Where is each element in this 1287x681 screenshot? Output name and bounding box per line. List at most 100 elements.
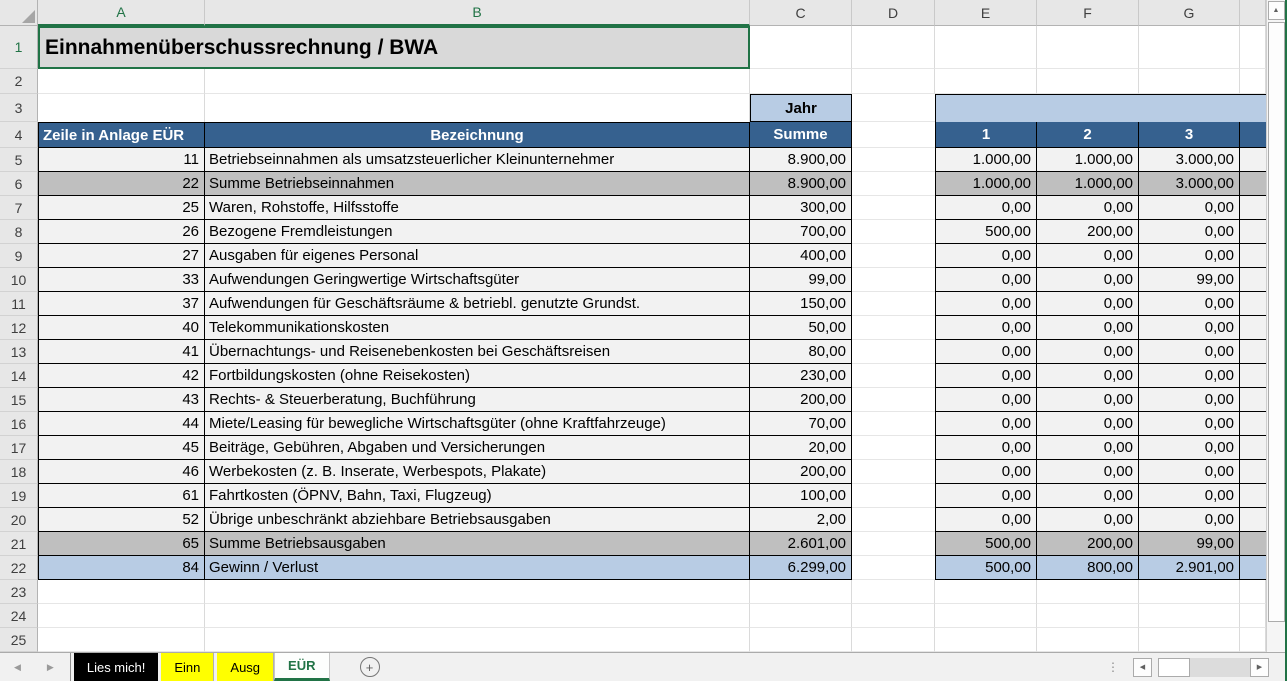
- period-value-cell[interactable]: 500,00: [935, 532, 1037, 556]
- cell[interactable]: [852, 580, 935, 604]
- period-value-cell[interactable]: 0,00: [1139, 316, 1240, 340]
- sum-value-cell[interactable]: 100,00: [750, 484, 852, 508]
- period-value-cell[interactable]: 3.000,00: [1139, 172, 1240, 196]
- cell[interactable]: [852, 196, 935, 220]
- cell[interactable]: [1240, 220, 1266, 244]
- column-header-E[interactable]: E: [935, 0, 1037, 26]
- cell[interactable]: [1037, 628, 1139, 652]
- period-value-cell[interactable]: 0,00: [935, 316, 1037, 340]
- cell[interactable]: [1139, 26, 1240, 69]
- cell[interactable]: [1240, 460, 1266, 484]
- period-value-cell[interactable]: 0,00: [1037, 316, 1139, 340]
- description-cell[interactable]: Waren, Rohstoffe, Hilfsstoffe: [205, 196, 750, 220]
- sum-value-cell[interactable]: 8.900,00: [750, 148, 852, 172]
- column-header-B[interactable]: B: [205, 0, 750, 26]
- cell[interactable]: [1240, 532, 1266, 556]
- cell[interactable]: [852, 94, 935, 122]
- period-value-cell[interactable]: 0,00: [1139, 340, 1240, 364]
- description-cell[interactable]: Rechts- & Steuerberatung, Buchführung: [205, 388, 750, 412]
- sum-value-cell[interactable]: 200,00: [750, 388, 852, 412]
- sheet-tab-eür[interactable]: EÜR: [274, 653, 329, 681]
- period-value-cell[interactable]: 1.000,00: [935, 148, 1037, 172]
- period-value-cell[interactable]: 0,00: [1037, 412, 1139, 436]
- page-title-cell[interactable]: Einnahmenüberschussrechnung / BWA: [38, 26, 750, 69]
- sum-value-cell[interactable]: 99,00: [750, 268, 852, 292]
- period-value-cell[interactable]: 0,00: [935, 436, 1037, 460]
- cell[interactable]: [1240, 580, 1266, 604]
- sum-value-cell[interactable]: 80,00: [750, 340, 852, 364]
- year-header-cell[interactable]: Jahr: [750, 94, 852, 122]
- period-value-cell[interactable]: 1.000,00: [935, 172, 1037, 196]
- cell[interactable]: [852, 26, 935, 69]
- line-number-cell[interactable]: 43: [38, 388, 205, 412]
- line-number-cell[interactable]: 37: [38, 292, 205, 316]
- period-value-cell[interactable]: 0,00: [1139, 412, 1240, 436]
- period-value-cell[interactable]: 0,00: [1037, 268, 1139, 292]
- next-sheet-icon[interactable]: ▶: [47, 662, 54, 673]
- cell[interactable]: [935, 604, 1037, 628]
- row-header-14[interactable]: 14: [0, 364, 38, 388]
- sum-value-cell[interactable]: 2.601,00: [750, 532, 852, 556]
- cell[interactable]: [1240, 604, 1266, 628]
- line-number-cell[interactable]: 41: [38, 340, 205, 364]
- cell[interactable]: [852, 268, 935, 292]
- cell[interactable]: [1240, 316, 1266, 340]
- row-header-10[interactable]: 10: [0, 268, 38, 292]
- scrollbar-resize-handle-icon[interactable]: ⋮: [1107, 660, 1119, 674]
- description-cell[interactable]: Übernachtungs- und Reisenebenkosten bei …: [205, 340, 750, 364]
- cell[interactable]: [1037, 580, 1139, 604]
- row-header-17[interactable]: 17: [0, 436, 38, 460]
- cell[interactable]: [852, 412, 935, 436]
- cell[interactable]: [852, 292, 935, 316]
- column-header-F[interactable]: F: [1037, 0, 1139, 26]
- period-value-cell[interactable]: 0,00: [1139, 244, 1240, 268]
- table-header-line[interactable]: Zeile in Anlage EÜR: [38, 122, 205, 148]
- cell[interactable]: [1240, 148, 1266, 172]
- prev-sheet-icon[interactable]: ◀: [14, 662, 21, 673]
- row-header-16[interactable]: 16: [0, 412, 38, 436]
- cell[interactable]: [852, 604, 935, 628]
- period-value-cell[interactable]: 0,00: [1037, 340, 1139, 364]
- line-number-cell[interactable]: 61: [38, 484, 205, 508]
- row-header-2[interactable]: 2: [0, 69, 38, 94]
- line-number-cell[interactable]: 22: [38, 172, 205, 196]
- cell[interactable]: [852, 460, 935, 484]
- vertical-scrollbar-thumb[interactable]: [1268, 22, 1285, 622]
- cell[interactable]: [38, 604, 205, 628]
- cell[interactable]: [205, 69, 750, 94]
- description-cell[interactable]: Werbekosten (z. B. Inserate, Werbespots,…: [205, 460, 750, 484]
- period-value-cell[interactable]: 0,00: [935, 412, 1037, 436]
- cell[interactable]: [852, 172, 935, 196]
- line-number-cell[interactable]: 46: [38, 460, 205, 484]
- period-band-cell[interactable]: [935, 94, 1266, 122]
- cell[interactable]: [935, 628, 1037, 652]
- cell[interactable]: [1240, 244, 1266, 268]
- period-value-cell[interactable]: 0,00: [935, 244, 1037, 268]
- cell[interactable]: [750, 628, 852, 652]
- scroll-left-button[interactable]: ◀: [1133, 658, 1152, 677]
- period-value-cell[interactable]: 99,00: [1139, 268, 1240, 292]
- cell[interactable]: [852, 556, 935, 580]
- cell[interactable]: [38, 580, 205, 604]
- period-value-cell[interactable]: 0,00: [935, 508, 1037, 532]
- cell[interactable]: [852, 364, 935, 388]
- period-value-cell[interactable]: 0,00: [935, 388, 1037, 412]
- cell[interactable]: [205, 604, 750, 628]
- column-header-D[interactable]: D: [852, 0, 935, 26]
- cell[interactable]: [1240, 268, 1266, 292]
- period-value-cell[interactable]: 0,00: [1037, 364, 1139, 388]
- line-number-cell[interactable]: 42: [38, 364, 205, 388]
- cell[interactable]: [38, 94, 205, 122]
- sum-value-cell[interactable]: 50,00: [750, 316, 852, 340]
- period-value-cell[interactable]: 1.000,00: [1037, 172, 1139, 196]
- cell[interactable]: [1139, 69, 1240, 94]
- period-value-cell[interactable]: 0,00: [1139, 484, 1240, 508]
- cell[interactable]: [852, 122, 935, 148]
- period-value-cell[interactable]: 2.901,00: [1139, 556, 1240, 580]
- cell[interactable]: [852, 508, 935, 532]
- row-header-12[interactable]: 12: [0, 316, 38, 340]
- row-header-5[interactable]: 5: [0, 148, 38, 172]
- period-value-cell[interactable]: 0,00: [1139, 436, 1240, 460]
- row-header-18[interactable]: 18: [0, 460, 38, 484]
- period-value-cell[interactable]: 0,00: [1037, 508, 1139, 532]
